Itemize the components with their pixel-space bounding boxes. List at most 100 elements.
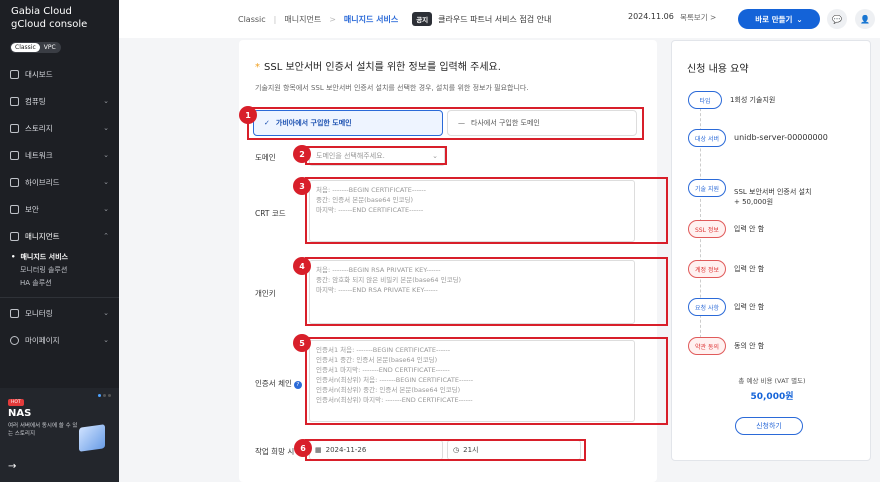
divider xyxy=(0,297,119,298)
chain-label: 인증서 체인? xyxy=(255,378,302,389)
highlight-box-6 xyxy=(305,439,586,461)
step-pill: 계정 정보 xyxy=(688,260,726,278)
sidebar-item-management[interactable]: 매니지먼트 ⌃ xyxy=(0,223,119,250)
grid-icon xyxy=(10,232,19,241)
sidebar-item-label: 모니터링 xyxy=(25,309,53,318)
highlight-box-2 xyxy=(305,146,447,165)
step-value: 입력 안 함 xyxy=(733,225,765,233)
env-toggle[interactable]: Classic VPC xyxy=(10,42,61,53)
user-icon xyxy=(10,336,19,345)
step-value: SSL 보안서버 인증서 설치 + 50,000원 xyxy=(734,188,812,206)
required-mark: * xyxy=(255,62,260,73)
crt-label: CRT 코드 xyxy=(255,209,286,218)
step-value: 1회성 기술지원 xyxy=(730,96,776,104)
step-pill: 요청 사항 xyxy=(688,298,726,316)
step-badge-1: 1 xyxy=(239,106,257,124)
sidebar-item-label: 스토리지 xyxy=(25,124,53,133)
promo-banner[interactable]: HOT NAS 여러 서버에서 동시에 쓸 수 있는 스토리지 → xyxy=(0,388,119,482)
brand-line1: Gabia Cloud xyxy=(11,6,72,17)
brand-line2: gCloud console xyxy=(11,19,88,30)
sidebar-item-label: 컴퓨팅 xyxy=(25,97,46,106)
sidebar-item-label: 매니지먼트 xyxy=(25,232,60,241)
network-icon xyxy=(10,151,19,160)
step-pill: 타입 xyxy=(688,91,722,109)
form-description: 기술지원 항목에서 SSL 보안서버 인증서 설치를 선택한 경우, 설치를 위… xyxy=(255,84,529,92)
key-label: 개인키 xyxy=(255,289,276,298)
env-classic[interactable]: Classic xyxy=(11,43,40,52)
step-badge-3: 3 xyxy=(293,177,311,195)
sidebar-item-label: 하이브리드 xyxy=(25,178,60,187)
sidebar-item-compute[interactable]: 컴퓨팅 ⌄ xyxy=(0,88,119,115)
sidebar-item-label: 대시보드 xyxy=(25,70,53,79)
notice-tag: 공지 xyxy=(412,12,433,26)
form-heading: * SSL 보안서버 인증서 설치를 위한 정보를 입력해 주세요. xyxy=(255,62,501,73)
brand-logo[interactable]: Gabia Cloud gCloud console xyxy=(0,0,119,31)
notice-date: 2024.11.06 xyxy=(628,12,674,21)
notice[interactable]: 공지 클라우드 파트너 서비스 점검 안내 xyxy=(412,12,551,26)
sidebar-item-hybrid[interactable]: 하이브리드 ⌄ xyxy=(0,169,119,196)
notice-text: 클라우드 파트너 서비스 점검 안내 xyxy=(438,14,552,24)
summary-step-terms: 약관 동의 동의 안 함 xyxy=(688,337,764,355)
step-badge-2: 2 xyxy=(293,145,311,163)
make-button[interactable]: 바로 만들기 ⌄ xyxy=(738,9,820,29)
highlight-box-5 xyxy=(305,337,668,425)
domain-label: 도메인 xyxy=(255,153,276,162)
sidebar-item-monitoring[interactable]: 모니터링 ⌄ xyxy=(0,300,119,327)
step-value: unidb-server-00000000 xyxy=(734,133,828,142)
total-price: 50,000원 xyxy=(750,392,794,402)
chevron-down-icon: ⌄ xyxy=(103,205,109,213)
monitor-icon xyxy=(10,309,19,318)
hybrid-icon xyxy=(10,178,19,187)
chevron-down-icon: ⌄ xyxy=(103,124,109,132)
chat-icon[interactable]: 💬 xyxy=(827,9,847,29)
breadcrumb-classic[interactable]: Classic xyxy=(238,15,266,24)
total-label: 총 예상 비용 (VAT 별도) xyxy=(738,377,806,385)
arrow-right-icon[interactable]: → xyxy=(8,461,16,472)
carousel-dots[interactable] xyxy=(98,394,111,397)
summary-panel: 신청 내용 요약 타입 1회성 기술지원 대상 서버 unidb-server-00… xyxy=(671,40,871,461)
dashboard-icon xyxy=(10,70,19,79)
help-icon[interactable]: ? xyxy=(293,381,302,389)
chevron-up-icon: ⌃ xyxy=(103,232,109,240)
summary-step-server: 대상 서버 unidb-server-00000000 xyxy=(688,129,828,147)
step-pill: 대상 서버 xyxy=(688,129,726,147)
breadcrumb-separator: > xyxy=(329,14,336,24)
sidebar-item-security[interactable]: 보안 ⌄ xyxy=(0,196,119,223)
apply-button[interactable]: 신청하기 xyxy=(735,417,803,435)
env-vpc[interactable]: VPC xyxy=(40,43,60,52)
summary-title: 신청 내용 요약 xyxy=(687,64,749,75)
sidebar-item-label: 네트워크 xyxy=(25,151,53,160)
summary-step-request: 요청 사항 입력 안 함 xyxy=(688,298,764,316)
subnav-managed-service[interactable]: 매니지드 서비스 xyxy=(20,250,119,263)
chevron-down-icon: ⌄ xyxy=(796,14,803,24)
breadcrumb-management[interactable]: 매니지먼트 xyxy=(284,14,321,25)
sidebar-item-network[interactable]: 네트워크 ⌄ xyxy=(0,142,119,169)
sidebar-item-storage[interactable]: 스토리지 ⌄ xyxy=(0,115,119,142)
list-link[interactable]: 목록보기 > xyxy=(680,12,716,23)
highlight-box-3 xyxy=(305,177,668,244)
step-badge-4: 4 xyxy=(293,257,311,275)
sidebar: Gabia Cloud gCloud console Classic VPC 대… xyxy=(0,0,119,482)
subnav-monitoring-solution[interactable]: 모니터링 솔루션 xyxy=(20,263,119,276)
breadcrumb-current: 매니지드 서비스 xyxy=(343,14,399,24)
sidebar-item-label: 보안 xyxy=(25,205,39,214)
step-badge-5: 5 xyxy=(293,334,311,352)
sidebar-item-label: 마이페이지 xyxy=(25,336,60,345)
summary-step-type: 타입 1회성 기술지원 xyxy=(688,91,775,109)
step-value: 입력 안 함 xyxy=(734,265,765,273)
chevron-down-icon: ⌄ xyxy=(103,151,109,159)
breadcrumb-separator: | xyxy=(273,14,277,24)
user-icon[interactable]: 👤 xyxy=(855,9,875,29)
storage-cube-icon xyxy=(79,424,105,452)
step-value: 동의 안 함 xyxy=(734,342,765,350)
hot-badge: HOT xyxy=(8,399,24,406)
step-pill: SSL 정보 xyxy=(688,220,726,238)
subnav-ha-solution[interactable]: HA 솔루션 xyxy=(20,276,119,289)
chevron-down-icon: ⌄ xyxy=(103,336,109,344)
sidebar-item-mypage[interactable]: 마이페이지 ⌄ xyxy=(0,327,119,354)
management-subnav: 매니지드 서비스 모니터링 솔루션 HA 솔루션 xyxy=(0,250,119,289)
highlight-box-1 xyxy=(247,107,644,140)
sidebar-item-dashboard[interactable]: 대시보드 xyxy=(0,61,119,88)
promo-title: NAS xyxy=(8,408,32,419)
highlight-box-4 xyxy=(305,257,668,326)
